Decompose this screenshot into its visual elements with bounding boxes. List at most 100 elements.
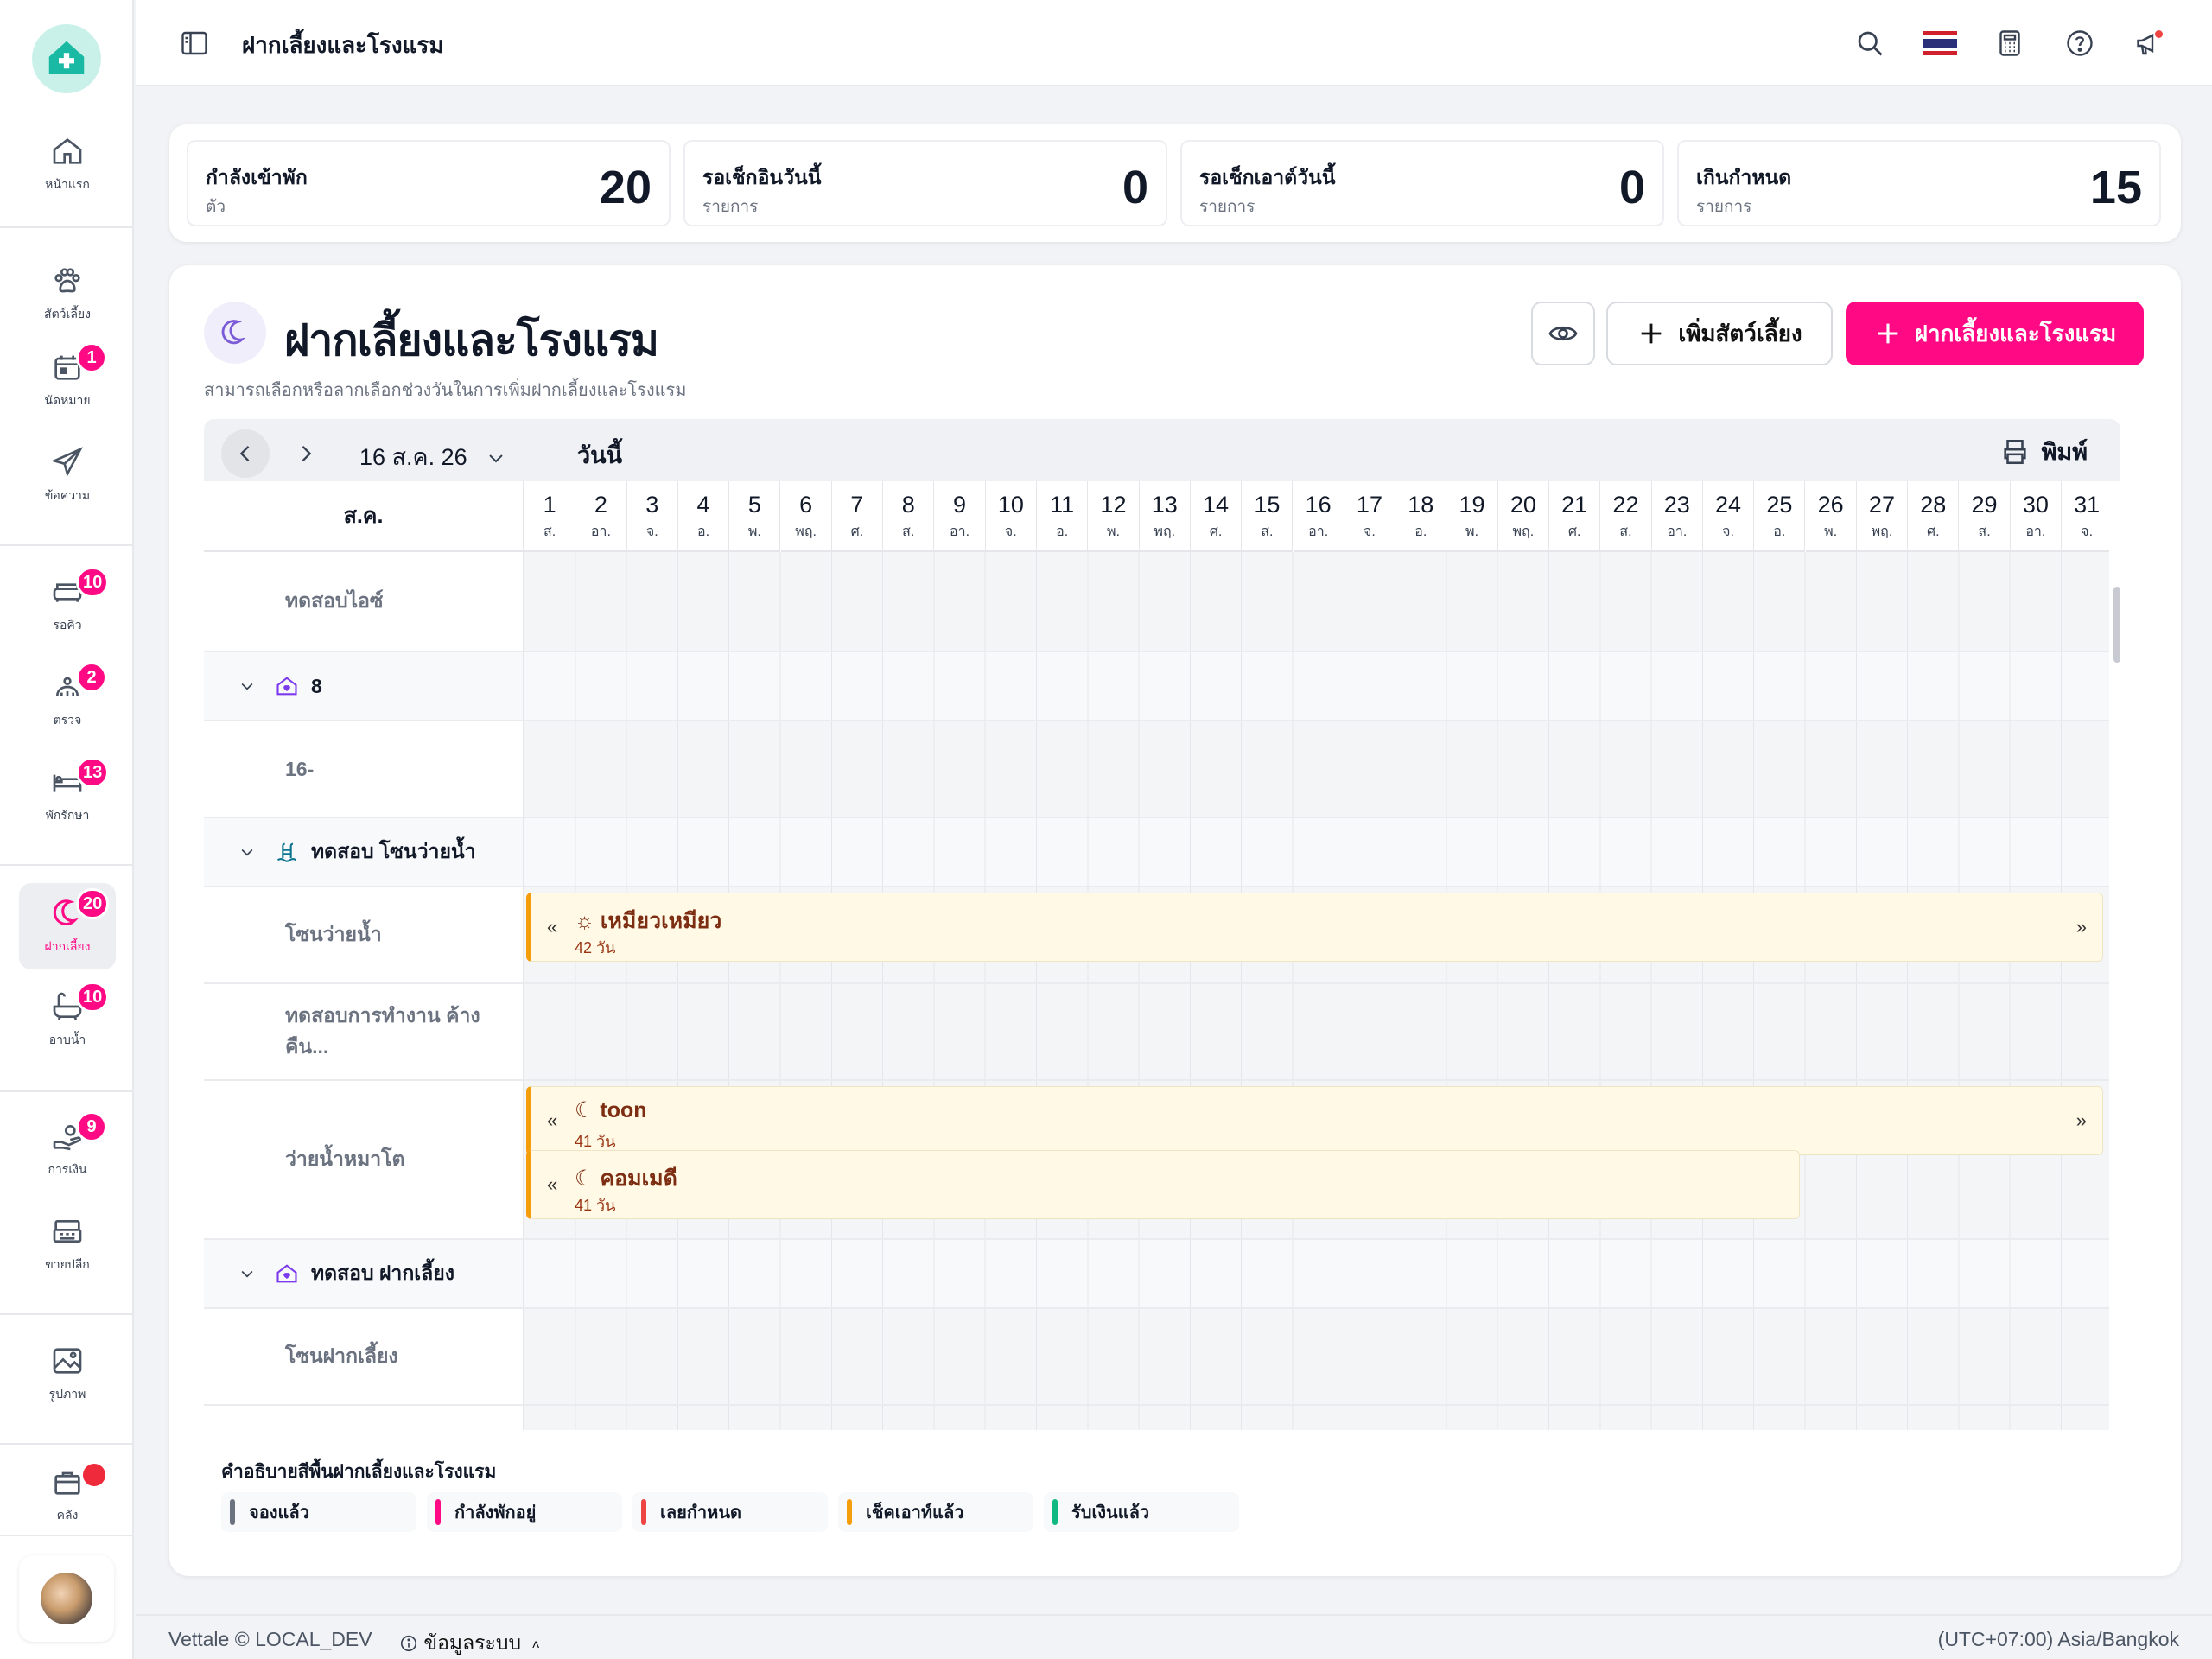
day-header[interactable]: 21 ศ. xyxy=(1549,481,1601,552)
stat-overdue[interactable]: เกินกำหนด รายการ 15 xyxy=(1677,140,2161,226)
day-header[interactable]: 17 จ. xyxy=(1344,481,1396,552)
day-cells[interactable] xyxy=(524,652,2109,720)
day-header[interactable]: 15 ส. xyxy=(1242,481,1294,552)
day-header[interactable]: 13 พฤ. xyxy=(1139,481,1191,552)
sidebar-item-home[interactable]: หน้าแรก xyxy=(19,121,116,207)
day-header[interactable]: 10 จ. xyxy=(985,481,1037,552)
sidebar-item-hospital[interactable]: พักรักษา 13 xyxy=(19,752,116,838)
zone-group-header[interactable]: 8 xyxy=(204,652,524,720)
toggle-visibility-button[interactable] xyxy=(1531,302,1595,365)
clinic-logo-icon[interactable] xyxy=(32,24,101,93)
day-header[interactable]: 8 ส. xyxy=(883,481,935,552)
day-header[interactable]: 25 อ. xyxy=(1754,481,1806,552)
day-header[interactable]: 6 พฤ. xyxy=(780,481,832,552)
room-label: ทดสอบไอซ์ xyxy=(204,552,524,651)
legend-item: รับเงินแล้ว xyxy=(1044,1492,1239,1532)
help-icon[interactable] xyxy=(2061,24,2099,62)
sidebar-toggle-icon[interactable] xyxy=(179,28,210,63)
day-header[interactable]: 3 จ. xyxy=(626,481,678,552)
day-header[interactable]: 26 พ. xyxy=(1805,481,1857,552)
day-cells[interactable] xyxy=(524,552,2109,651)
day-number: 4 xyxy=(696,492,710,518)
day-cells[interactable] xyxy=(524,1240,2109,1307)
day-header[interactable]: 1 ส. xyxy=(524,481,576,552)
day-cells[interactable] xyxy=(524,984,2109,1079)
zone-group-header[interactable]: ทดสอบ ฝากเลี้ยง xyxy=(204,1240,524,1307)
day-header[interactable]: 9 อา. xyxy=(934,481,986,552)
zone-group-header[interactable]: ทดสอบ โซนว่ายน้ำ xyxy=(204,818,524,886)
sidebar-item-pets[interactable]: สัตว์เลี้ยง xyxy=(19,251,116,337)
prev-month-button[interactable] xyxy=(221,429,270,478)
stat-label: รอเช็กเอาต์วันนี้ xyxy=(1199,166,1336,188)
day-number: 20 xyxy=(1510,492,1536,518)
booking-bar[interactable]: « ☾ toon 41 วัน » xyxy=(526,1086,2103,1155)
booking-duration: 42 วัน xyxy=(575,939,616,957)
day-header[interactable]: 16 อา. xyxy=(1293,481,1344,552)
legend-item: จองแล้ว xyxy=(221,1492,416,1532)
day-header[interactable]: 5 พ. xyxy=(729,481,781,552)
announcement-icon[interactable] xyxy=(2131,24,2169,62)
day-header[interactable]: 24 จ. xyxy=(1702,481,1755,552)
day-number: 14 xyxy=(1203,492,1230,518)
room-label: ทดสอบการทำงาน ค้างคืน... xyxy=(204,984,524,1079)
day-header[interactable]: 19 พ. xyxy=(1446,481,1498,552)
sidebar-item-images[interactable]: รูปภาพ xyxy=(19,1331,116,1417)
print-button[interactable]: พิมพ์ xyxy=(2000,433,2088,470)
day-header[interactable]: 18 อ. xyxy=(1395,481,1447,552)
day-cells[interactable] xyxy=(524,1309,2109,1404)
today-button[interactable]: วันนี้ xyxy=(577,436,622,474)
sidebar-item-queue[interactable]: รอคิว 10 xyxy=(19,562,116,648)
user-avatar-button[interactable] xyxy=(19,1555,114,1642)
day-header[interactable]: 22 ส. xyxy=(1600,481,1652,552)
search-icon[interactable] xyxy=(1851,24,1889,62)
day-cells[interactable] xyxy=(524,818,2109,886)
weekday-label: พฤ. xyxy=(1154,524,1176,539)
calculator-icon[interactable] xyxy=(1991,24,2029,62)
add-pet-button[interactable]: เพิ่มสัตว์เลี้ยง xyxy=(1606,302,1833,365)
day-header[interactable]: 23 อา. xyxy=(1651,481,1703,552)
day-cells[interactable] xyxy=(524,721,2109,817)
sidebar-item-appointments[interactable]: นัดหมาย 1 xyxy=(19,337,116,423)
sidebar-item-retail[interactable]: ขายปลีก xyxy=(19,1201,116,1287)
day-header[interactable]: 12 พ. xyxy=(1088,481,1140,552)
weekday-label: ศ. xyxy=(1209,524,1223,539)
day-header[interactable]: 31 จ. xyxy=(2062,481,2109,552)
day-header[interactable]: 4 อ. xyxy=(677,481,730,552)
sidebar-item-label: ข้อความ xyxy=(44,488,91,502)
next-month-button[interactable] xyxy=(282,429,330,478)
day-header[interactable]: 30 อา. xyxy=(2010,481,2062,552)
weekday-label: จ. xyxy=(1722,524,1734,539)
day-cells[interactable] xyxy=(524,1406,2109,1430)
topbar: ฝากเลี้ยงและโรงแรม xyxy=(136,0,2212,86)
zone-group-row: 8 xyxy=(204,652,2109,721)
day-header[interactable]: 2 อา. xyxy=(575,481,627,552)
box-icon xyxy=(54,1471,80,1495)
thai-flag-icon[interactable] xyxy=(1921,24,1959,62)
sidebar-item-boarding[interactable]: ฝากเลี้ยง 20 xyxy=(19,883,116,969)
system-info-button[interactable]: ข้อมูลระบบ ˄ xyxy=(399,1628,540,1659)
stat-staying[interactable]: กำลังเข้าพัก ตัว 20 xyxy=(187,140,671,226)
sidebar-item-grooming[interactable]: อาบน้ำ 10 xyxy=(19,976,116,1063)
add-boarding-button[interactable]: ฝากเลี้ยงและโรงแรม xyxy=(1846,302,2144,365)
date-selector[interactable]: 16 ส.ค. 26 xyxy=(359,438,506,475)
legend-label: รับเงินแล้ว xyxy=(1071,1503,1150,1522)
sidebar-item-finance[interactable]: การเงิน 9 xyxy=(19,1106,116,1192)
weekday-label: ส. xyxy=(902,524,915,539)
booking-bar[interactable]: « ☼ เหมียวเหมียว 42 วัน » xyxy=(526,893,2103,962)
timezone-label: (UTC+07:00) Asia/Bangkok xyxy=(1937,1628,2179,1650)
stat-checkout-today[interactable]: รอเช็กเอาต์วันนี้ รายการ 0 xyxy=(1180,140,1664,226)
day-header[interactable]: 7 ศ. xyxy=(831,481,884,552)
day-header[interactable]: 27 พฤ. xyxy=(1856,481,1909,552)
day-header[interactable]: 20 พฤ. xyxy=(1497,481,1549,552)
day-header[interactable]: 29 ส. xyxy=(1959,481,2011,552)
stat-checkin-today[interactable]: รอเช็กอินวันนี้ รายการ 0 xyxy=(683,140,1167,226)
booking-bar[interactable]: « ☾ คอมเมดี 41 วัน xyxy=(526,1150,1800,1219)
sidebar-item-inventory[interactable]: คลัง xyxy=(19,1452,116,1538)
sidebar-item-messages[interactable]: ข้อความ xyxy=(19,432,116,518)
day-header[interactable]: 28 ศ. xyxy=(1908,481,1960,552)
day-header[interactable]: 11 อ. xyxy=(1037,481,1089,552)
day-header[interactable]: 14 ศ. xyxy=(1190,481,1243,552)
scrollbar-thumb[interactable] xyxy=(2113,587,2120,663)
sidebar-item-exam[interactable]: ตรวจ 2 xyxy=(19,657,116,743)
room-row: โซนว่ายน้ำ « ☼ เหมียวเหมียว 42 วัน » xyxy=(204,887,2109,984)
